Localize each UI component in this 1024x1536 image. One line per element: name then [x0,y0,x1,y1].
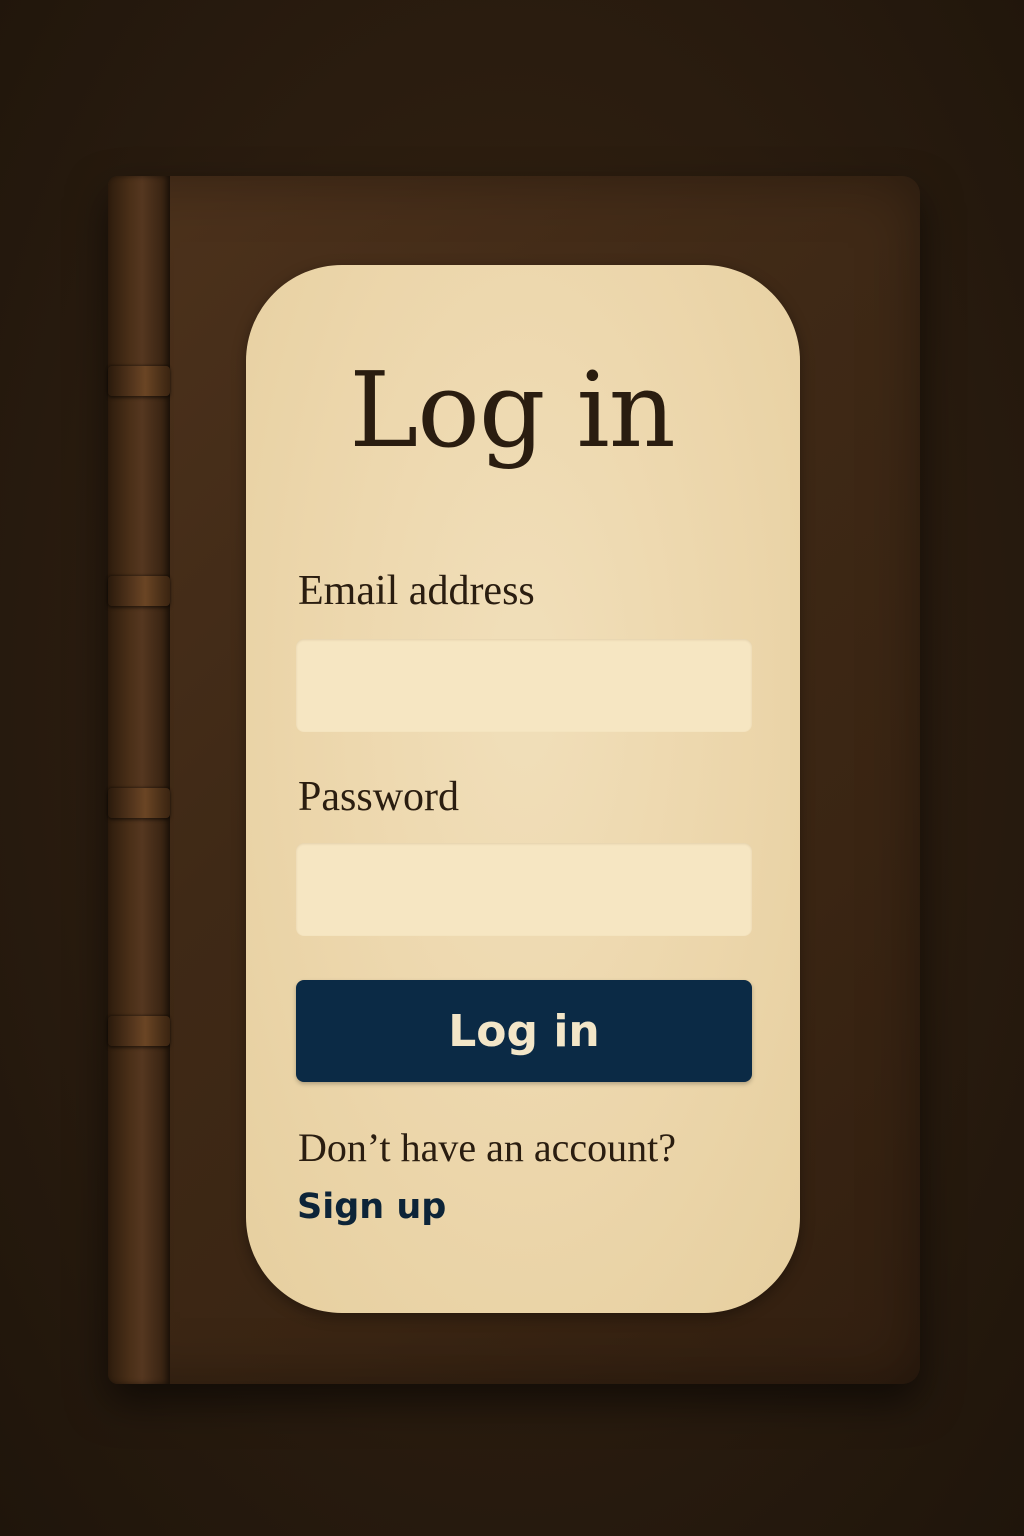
login-button[interactable]: Log in [296,980,752,1082]
signup-link[interactable]: Sign up [297,1190,446,1225]
page-title: Log in [349,349,676,471]
spine-band [108,788,170,818]
no-account-text: Don’t have an account? [298,1125,676,1170]
spine-band [108,576,170,606]
password-field[interactable] [296,843,752,936]
password-label: Password [298,774,460,820]
email-field[interactable] [296,639,752,732]
spine-band [108,1016,170,1046]
email-label: Email address [298,568,535,614]
